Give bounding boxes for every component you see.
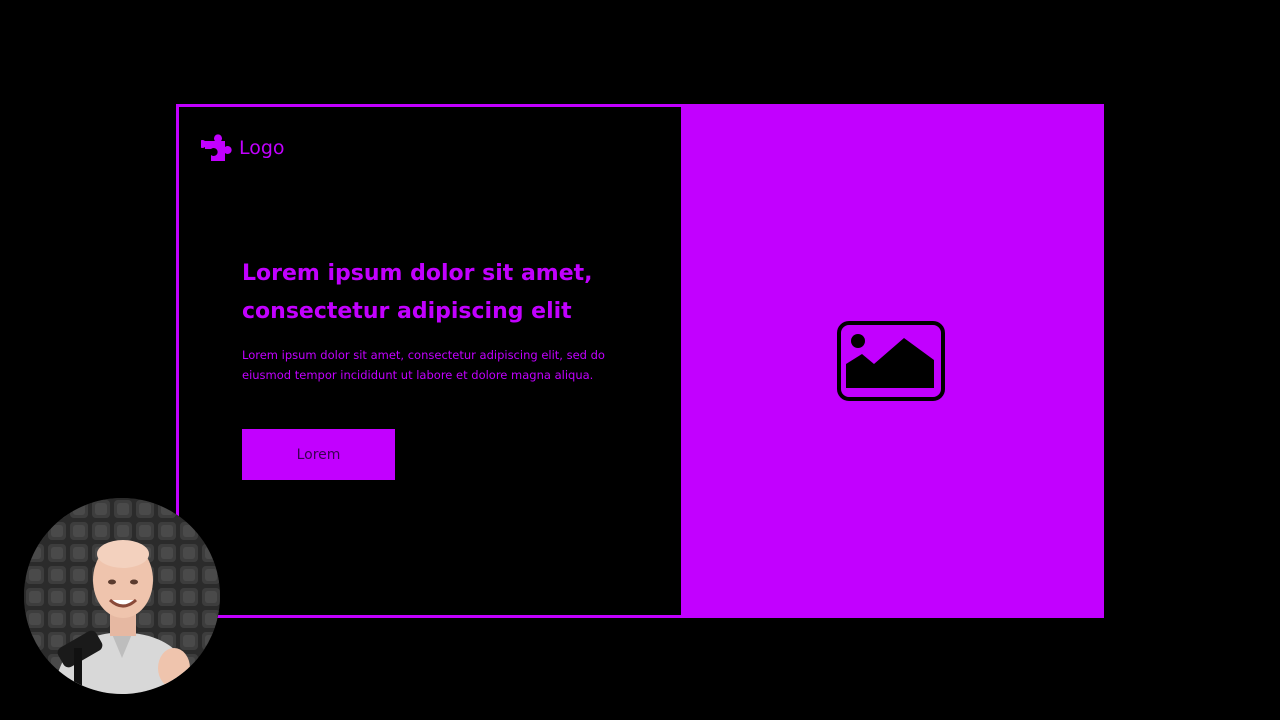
hero-body-text: Lorem ipsum dolor sit amet, consectetur …	[242, 348, 605, 382]
hero-mockup-frame: Logo Lorem ipsum dolor sit amet, consect…	[176, 104, 1104, 618]
logo[interactable]: Logo	[201, 133, 285, 163]
hero-image-panel	[681, 107, 1101, 615]
hero-left-panel: Logo Lorem ipsum dolor sit amet, consect…	[179, 107, 681, 615]
webcam-presenter-image	[24, 498, 220, 694]
video-stage: Logo Lorem ipsum dolor sit amet, consect…	[0, 0, 1280, 720]
image-icon	[837, 321, 945, 401]
hero-headline: Lorem ipsum dolor sit amet, consectetur …	[242, 261, 593, 324]
puzzle-piece-icon	[201, 134, 232, 161]
webcam-presenter	[24, 498, 220, 694]
cta-button[interactable]: Lorem	[242, 429, 395, 480]
logo-text: Logo	[239, 137, 285, 159]
